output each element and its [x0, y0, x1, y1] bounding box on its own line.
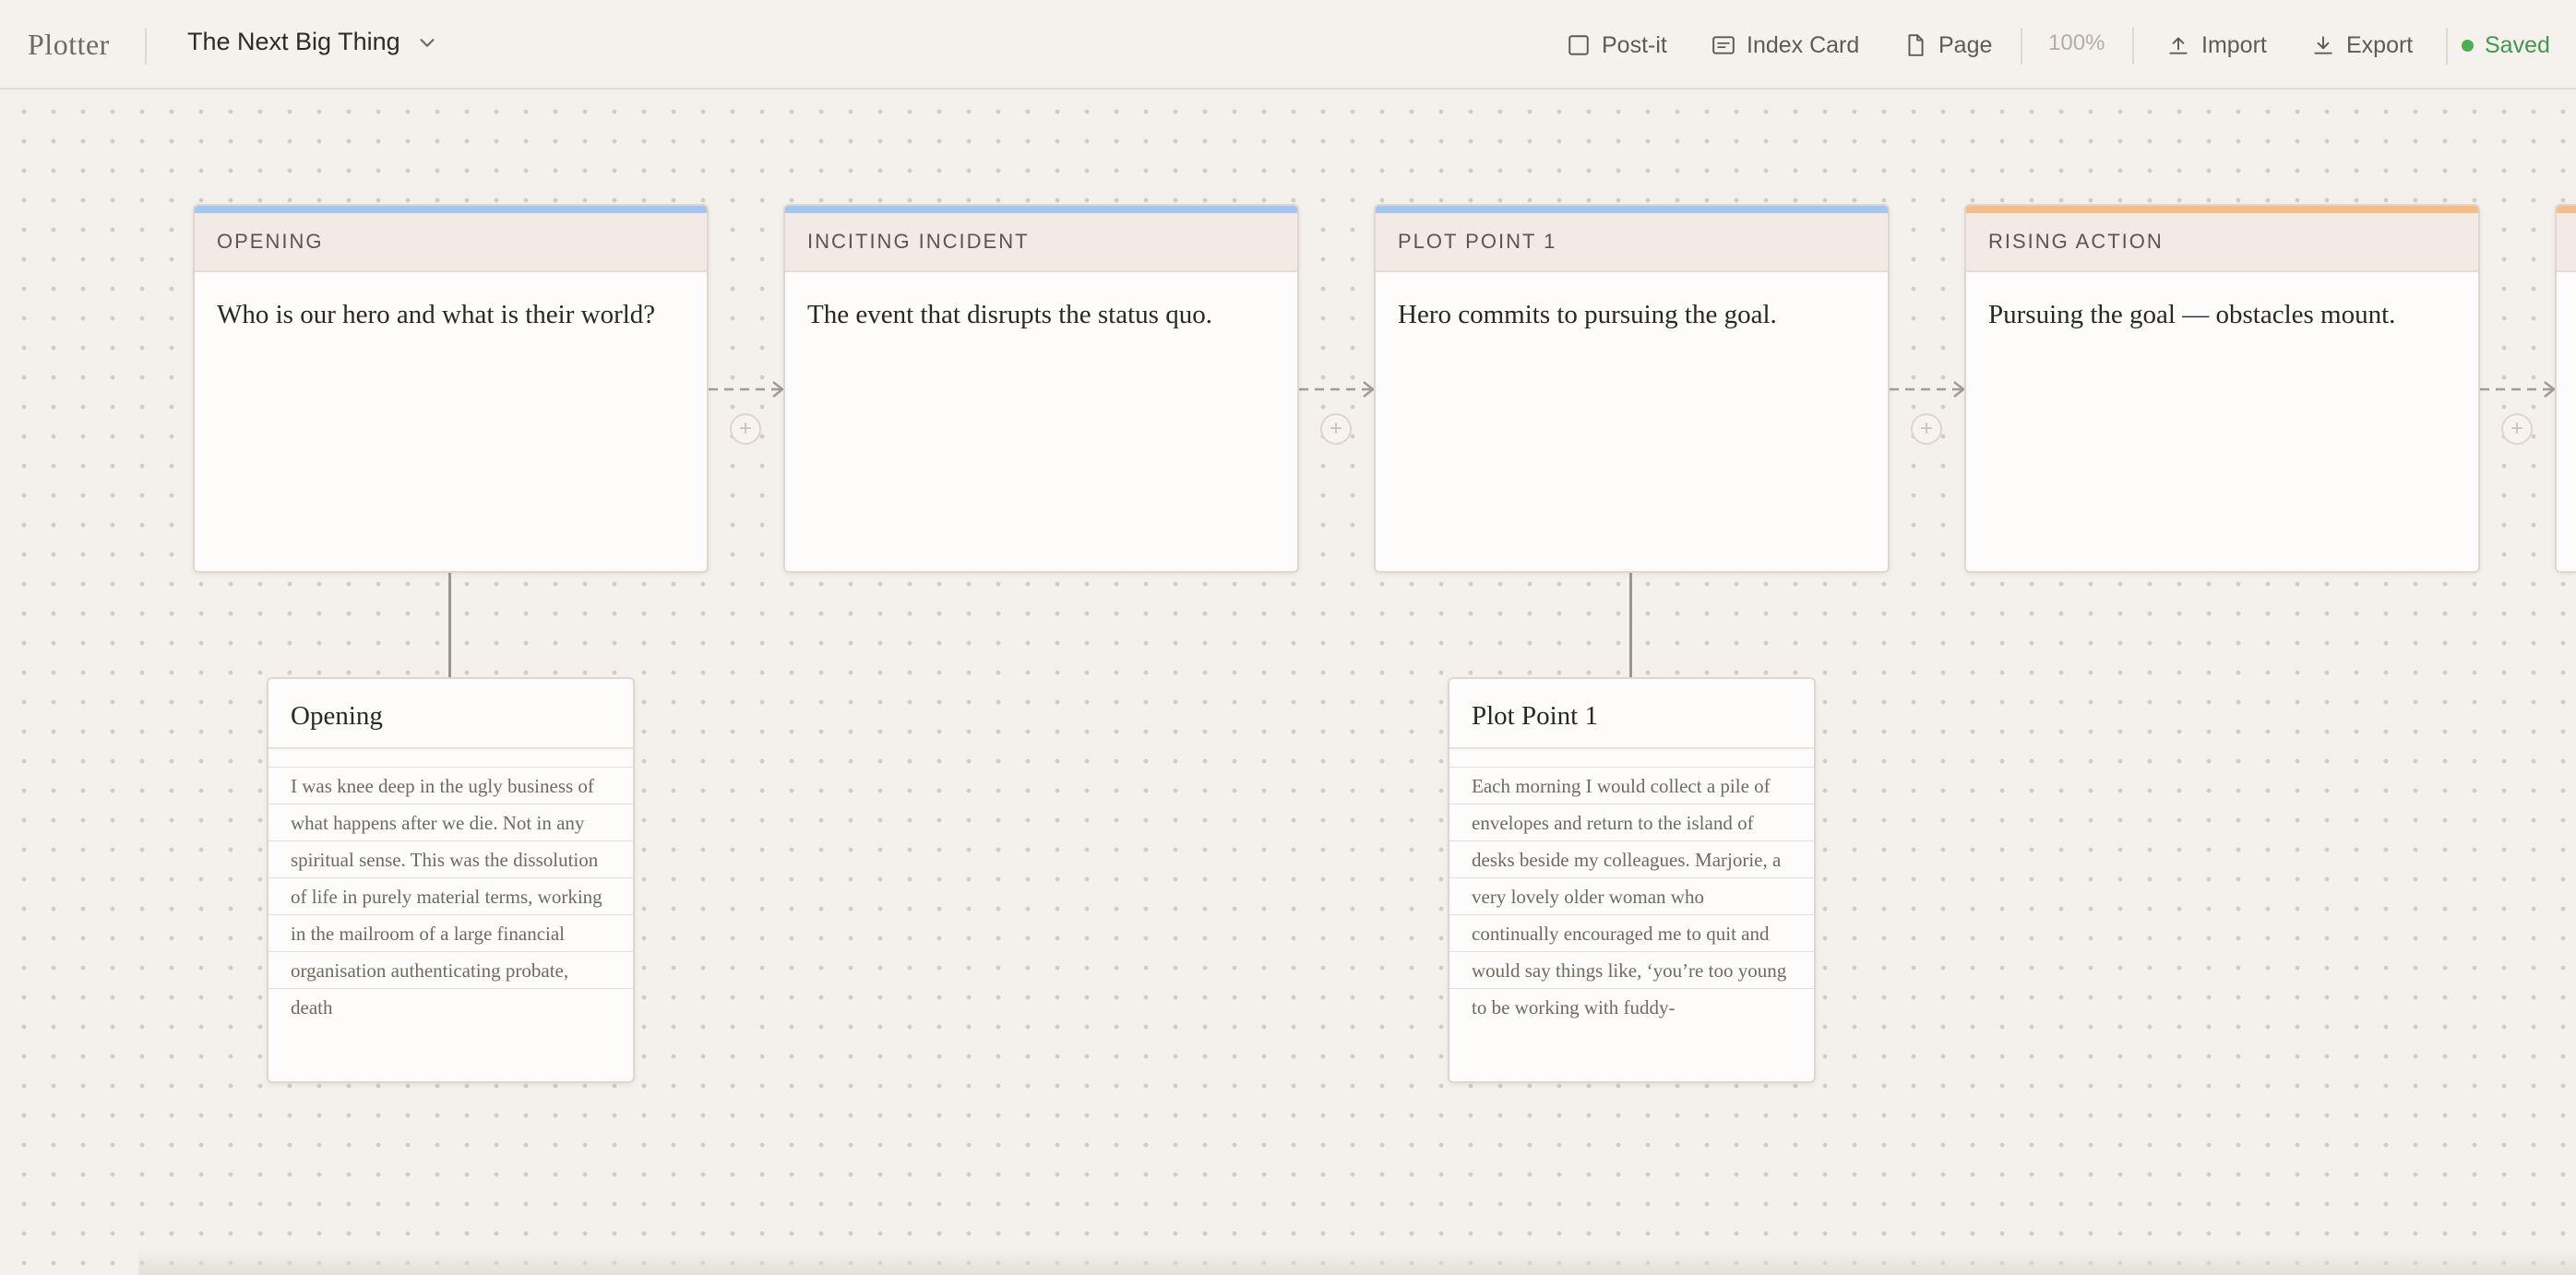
download-icon: [2314, 36, 2332, 54]
beat-description: The event that disrupts the status quo.: [807, 300, 1212, 329]
add-beat-button[interactable]: +: [1911, 413, 1942, 445]
import-button[interactable]: Import: [2166, 28, 2267, 63]
index-card-label: Index Card: [1747, 31, 1860, 58]
toolbar-divider: [2446, 28, 2448, 65]
scene-text: Each morning I would collect a pile of e…: [1449, 749, 1814, 1021]
zoom-level[interactable]: 100%: [2048, 30, 2105, 56]
beat-connector-arrow: [709, 381, 785, 398]
postit-button[interactable]: Post-it: [1567, 28, 1667, 63]
beat-card-opening[interactable]: OPENING Who is our hero and what is thei…: [193, 204, 709, 573]
page-icon: [1908, 34, 1924, 56]
toolbar-divider: [145, 28, 147, 65]
add-beat-button[interactable]: +: [1320, 413, 1352, 445]
beat-card-inciting-incident[interactable]: INCITING INCIDENT The event that disrupt…: [783, 204, 1299, 573]
beat-connector-arrow: [2480, 381, 2557, 398]
index-card-button[interactable]: Index Card: [1711, 28, 1859, 63]
beat-accent-bar: [785, 206, 1297, 213]
beat-accent-bar: [1966, 206, 2478, 213]
beat-label: RISING ACTION: [1966, 213, 2478, 272]
beat-label: OPENING: [195, 213, 707, 272]
upload-icon: [2169, 37, 2188, 54]
top-toolbar: Plotter The Next Big Thing Post-it Index…: [0, 0, 2576, 89]
beat-connector-arrow: [1299, 381, 1376, 398]
toolbar-divider: [2021, 28, 2022, 65]
chevron-down-icon: [420, 38, 435, 47]
add-beat-button[interactable]: +: [2501, 413, 2533, 445]
beat-accent-bar: [2557, 206, 2576, 213]
beat-connector-arrow: [1890, 381, 1966, 398]
beat-accent-bar: [1376, 206, 1888, 213]
save-status-label: Saved: [2485, 31, 2550, 58]
page-label: Page: [1938, 31, 1993, 58]
beat-label: PLOT POINT 1: [1376, 213, 1888, 272]
canvas-edge-shadow: [138, 1247, 2576, 1275]
save-status: Saved: [2462, 28, 2550, 63]
import-label: Import: [2201, 31, 2267, 58]
beat-card-next[interactable]: [2555, 204, 2576, 573]
document-title: The Next Big Thing: [187, 28, 400, 55]
export-label: Export: [2346, 31, 2414, 58]
beat-scene-link: [448, 573, 451, 678]
index-card-icon: [1712, 36, 1735, 54]
add-beat-button[interactable]: +: [730, 413, 761, 445]
status-dot-icon: [2462, 39, 2474, 52]
scene-text: I was knee deep in the ugly business of …: [268, 749, 633, 1021]
beat-card-rising-action[interactable]: RISING ACTION Pursuing the goal — obstac…: [1964, 204, 2480, 573]
beat-scene-link: [1629, 573, 1632, 678]
postit-label: Post-it: [1602, 31, 1667, 58]
page-button[interactable]: Page: [1903, 28, 1992, 63]
beat-card-plot-point-1[interactable]: PLOT POINT 1 Hero commits to pursuing th…: [1374, 204, 1890, 573]
scene-card-plot-point-1[interactable]: Plot Point 1 Each morning I would collec…: [1448, 677, 1816, 1083]
beat-label: INCITING INCIDENT: [785, 213, 1297, 272]
document-title-dropdown[interactable]: The Next Big Thing: [187, 28, 437, 56]
beat-description: Pursuing the goal — obstacles mount.: [1988, 300, 2396, 329]
scene-title: Opening: [268, 679, 633, 749]
scene-title: Plot Point 1: [1449, 679, 1814, 749]
beat-description: Hero commits to pursuing the goal.: [1398, 300, 1777, 329]
square-icon: [1568, 35, 1589, 55]
beat-description: Who is our hero and what is their world?: [217, 300, 656, 329]
export-button[interactable]: Export: [2311, 28, 2413, 63]
beat-accent-bar: [195, 206, 707, 213]
scene-card-opening[interactable]: Opening I was knee deep in the ugly busi…: [267, 677, 635, 1083]
toolbar-divider: [2132, 28, 2134, 65]
beat-label: [2557, 213, 2576, 272]
app-logo: Plotter: [28, 28, 110, 61]
